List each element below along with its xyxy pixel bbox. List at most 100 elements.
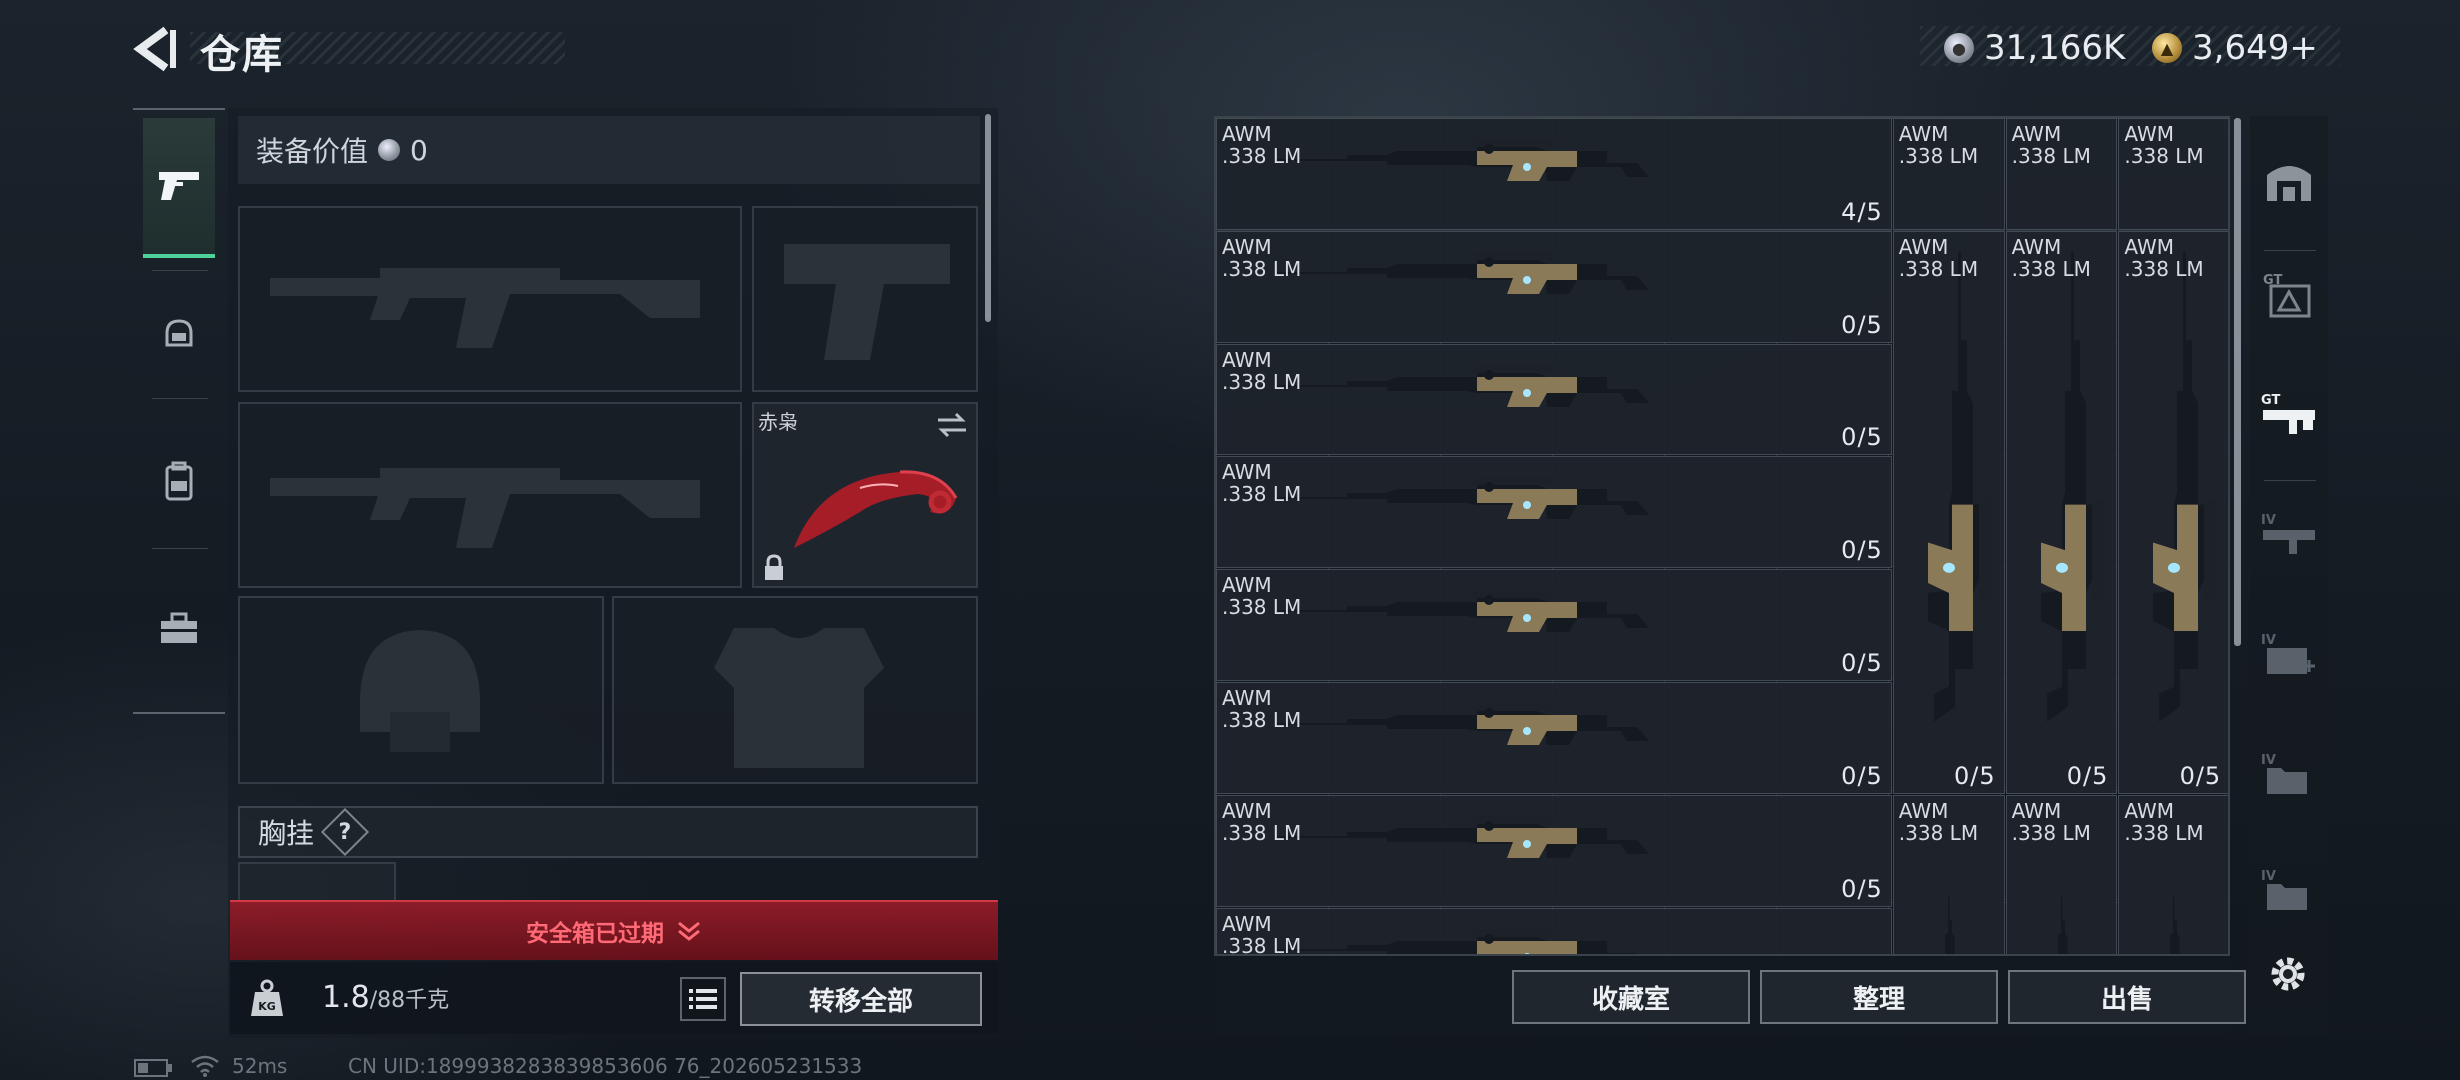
storage-scrollbar[interactable] (2234, 118, 2241, 646)
helmet-icon (165, 319, 193, 347)
melee-name: 赤枭 (758, 410, 798, 434)
storage-item-awm[interactable]: AWM .338 LM 0/5 (1216, 230, 1892, 343)
storage-item-awm[interactable]: AWM .338 LM 0/5 (1216, 456, 1892, 569)
filter-tier-4-docs[interactable]: IV (2250, 730, 2328, 820)
settings-button[interactable] (2266, 952, 2310, 996)
awm-rifle-icon (2160, 895, 2183, 954)
ping-readout: 52ms (232, 1054, 288, 1078)
storage-item-awm[interactable]: AWM .338 LM0/5 (1216, 343, 1892, 456)
tab-divider (152, 270, 208, 271)
awm-rifle-icon (1277, 477, 1649, 520)
item-name: AWM .338 LM (1898, 122, 1979, 168)
filter-all[interactable] (2250, 136, 2328, 226)
chest-rig-bar[interactable]: 胸挂 ? (238, 806, 978, 858)
awm-rifle-icon (1927, 251, 1991, 722)
storage-item-awm[interactable]: AWM .338 LM (1892, 118, 2005, 230)
backpack-icon (165, 461, 193, 501)
item-durability: 0/5 (2179, 761, 2222, 790)
storage-item-awm[interactable]: AWM .338 LM (2005, 118, 2118, 230)
item-name: AWM .338 LM (2124, 798, 2204, 845)
item-name: AWM .338 LM (1222, 122, 1302, 168)
item-durability: 4/5 (1841, 197, 1883, 226)
karambit-knife-icon (794, 470, 958, 548)
item-name: AWM .338 LM (1222, 234, 1302, 281)
list-view-button[interactable] (680, 977, 726, 1021)
item-durability: 0/5 (1841, 310, 1883, 339)
gold-coin-icon: ▲ (2152, 33, 2182, 63)
filter-tier-6[interactable]: GT (2250, 250, 2328, 340)
storage-item-awm[interactable]: AWM .338 LM 0/5 (2005, 230, 2118, 794)
awm-rifle-icon (1277, 251, 1649, 294)
awm-rifle-icon (2153, 251, 2217, 722)
filter-tier-4-weapons[interactable]: IV (2250, 490, 2328, 580)
item-name: AWM .338 LM (1222, 460, 1302, 507)
uid-readout: CN UID:1899938283839853606 76_2026052315… (348, 1054, 863, 1078)
storage-item-awm[interactable]: AWM .338 LM 0/5 (2118, 230, 2228, 794)
item-durability: 0/5 (1841, 423, 1883, 452)
help-icon[interactable]: ? (320, 807, 370, 857)
helmet-slot[interactable] (238, 596, 604, 784)
filter-tier-4-misc[interactable]: IV (2250, 846, 2328, 936)
item-name: AWM .338 LM (2011, 122, 2091, 168)
armor-slot[interactable] (612, 596, 978, 784)
folder-icon: IV (2261, 869, 2307, 910)
vest-silhouette-icon (714, 628, 884, 768)
primary-weapon-slot-2[interactable] (238, 402, 742, 588)
tab-divider (152, 398, 208, 399)
svg-text:IV: IV (2261, 513, 2276, 528)
weight-current: 1.8 (322, 980, 370, 1015)
storage-item-awm[interactable]: AWM .338 LM0/5 (2118, 794, 2228, 954)
storage-item-awm[interactable]: AWM .338 LM0/5 (1216, 794, 1892, 907)
tab-helmet[interactable] (143, 290, 215, 380)
item-name: AWM .338 LM (2011, 234, 2091, 281)
silver-coin-icon: ● (1944, 33, 1974, 63)
silver-currency: ● 31,166K (1944, 28, 2125, 68)
pistol-silhouette-icon (784, 244, 950, 360)
svg-text:IV: IV (2261, 633, 2276, 648)
helmet-silhouette-icon (360, 630, 480, 752)
chest-rig-slot[interactable] (238, 862, 396, 902)
equipment-value-label: 装备价值 (256, 135, 369, 168)
safe-box-expired-banner[interactable]: 安全箱已过期 (230, 900, 998, 960)
storage-item-awm[interactable]: AWM .338 LM0/5 (2005, 794, 2118, 954)
storage-item-awm[interactable]: AWM .338 LM0/5 (1216, 569, 1892, 681)
tab-backpack[interactable] (143, 436, 215, 526)
gold-currency[interactable]: ▲ 3,649+ (2152, 28, 2318, 68)
transfer-all-button[interactable]: 转移全部 (740, 972, 982, 1026)
svg-text:IV: IV (2261, 753, 2276, 768)
collection-button[interactable]: 收藏室 (1512, 970, 1750, 1024)
page-title: 仓库 (200, 32, 284, 78)
equipment-scrollbar[interactable] (985, 114, 991, 322)
item-name: AWM .338 LM (2124, 234, 2204, 281)
swap-icon[interactable] (936, 412, 968, 438)
item-durability: 0/5 (1841, 536, 1883, 565)
tab-toolbox[interactable] (143, 584, 215, 674)
storage-item-awm[interactable]: AWM .338 LM 4/5 (1216, 118, 1892, 230)
item-durability: 0/5 (2066, 761, 2109, 790)
item-name: AWM .338 LM (2124, 122, 2204, 168)
back-button[interactable] (132, 24, 178, 74)
warning-text: 安全箱已过期 (526, 921, 664, 947)
filter-tier-6-weapons[interactable]: GT (2250, 370, 2328, 460)
storage-item-awm[interactable]: AWM .338 LM0/5 (1216, 682, 1892, 794)
organize-button[interactable]: 整理 (1760, 970, 1998, 1024)
sidearm-slot[interactable] (752, 206, 978, 392)
weight-max: /88千克 (369, 988, 450, 1013)
sell-button[interactable]: 出售 (2008, 970, 2246, 1024)
filter-tier-4-medical[interactable]: IV (2250, 610, 2328, 700)
weight-icon: KG (251, 979, 283, 1016)
item-name: AWM .338 LM (2011, 798, 2091, 845)
storage-item-awm[interactable]: AWM .338 LM0/5 (1892, 230, 2005, 794)
svg-text:GT: GT (2261, 393, 2280, 408)
tab-weapons[interactable] (143, 118, 215, 258)
primary-weapon-slot-1[interactable] (238, 206, 742, 392)
storage-item-awm[interactable]: AWM .338 LM0/5 (1892, 794, 2005, 954)
storage-item-awm[interactable]: AWM .338 LM (2118, 118, 2228, 230)
weight-readout: 1.8/88千克 (322, 980, 449, 1015)
storage-item-awm[interactable]: AWM .338 LM0/5 (1216, 907, 1892, 954)
list-icon (689, 989, 717, 1009)
item-durability: 0/5 (1953, 761, 1996, 790)
awm-rifle-icon (1277, 928, 1639, 954)
item-name: AWM .338 LM (1222, 798, 1302, 845)
item-durability: 0/5 (1841, 761, 1883, 790)
